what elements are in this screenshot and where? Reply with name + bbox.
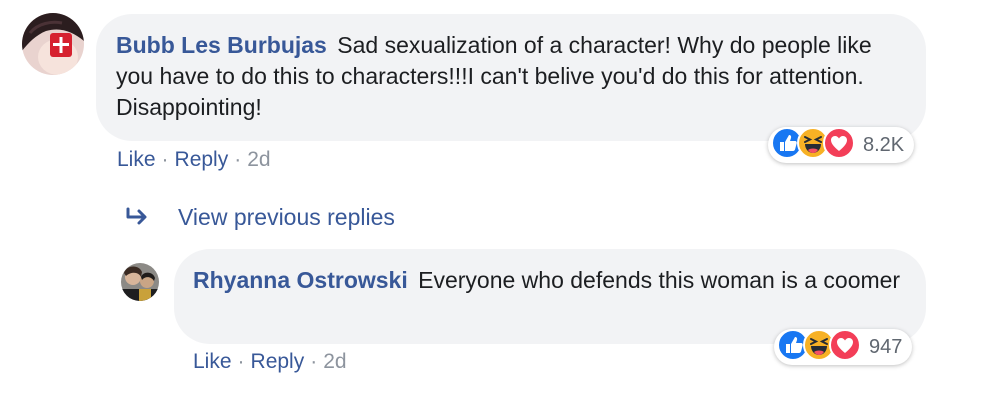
reply-arrow-icon	[124, 205, 152, 229]
love-reaction-icon	[829, 328, 861, 366]
comment-reaction-count: 8.2K	[863, 133, 905, 156]
view-previous-replies[interactable]: View previous replies	[124, 202, 395, 232]
replier-avatar[interactable]	[121, 263, 159, 301]
reply-reactions[interactable]: 947	[774, 328, 913, 366]
comment-reply-link[interactable]: Reply	[175, 148, 229, 171]
comment-actions: Like · Reply · 2d	[117, 147, 271, 173]
comment-timestamp[interactable]: 2d	[247, 148, 270, 171]
separator: ·	[161, 148, 169, 171]
separator: ·	[237, 350, 245, 373]
separator: ·	[234, 148, 242, 171]
comment-bubble: Bubb Les Burbujas Sad sexualization of a…	[96, 14, 926, 141]
love-reaction-icon	[823, 126, 855, 164]
view-previous-replies-label[interactable]: View previous replies	[178, 202, 395, 232]
reply-actions: Like · Reply · 2d	[193, 349, 347, 375]
separator: ·	[310, 350, 318, 373]
reply-timestamp[interactable]: 2d	[323, 350, 346, 373]
reply-text: Everyone who defends this woman is a coo…	[418, 267, 901, 293]
commenter-avatar[interactable]	[22, 13, 84, 75]
reply-author[interactable]: Rhyanna Ostrowski	[193, 267, 408, 293]
comment-like-link[interactable]: Like	[117, 148, 156, 171]
reply-reply-link[interactable]: Reply	[251, 350, 305, 373]
reply-reaction-count: 947	[869, 335, 903, 358]
comment-author[interactable]: Bubb Les Burbujas	[116, 32, 327, 58]
comment-reactions[interactable]: 8.2K	[768, 126, 915, 164]
reply-like-link[interactable]: Like	[193, 350, 232, 373]
